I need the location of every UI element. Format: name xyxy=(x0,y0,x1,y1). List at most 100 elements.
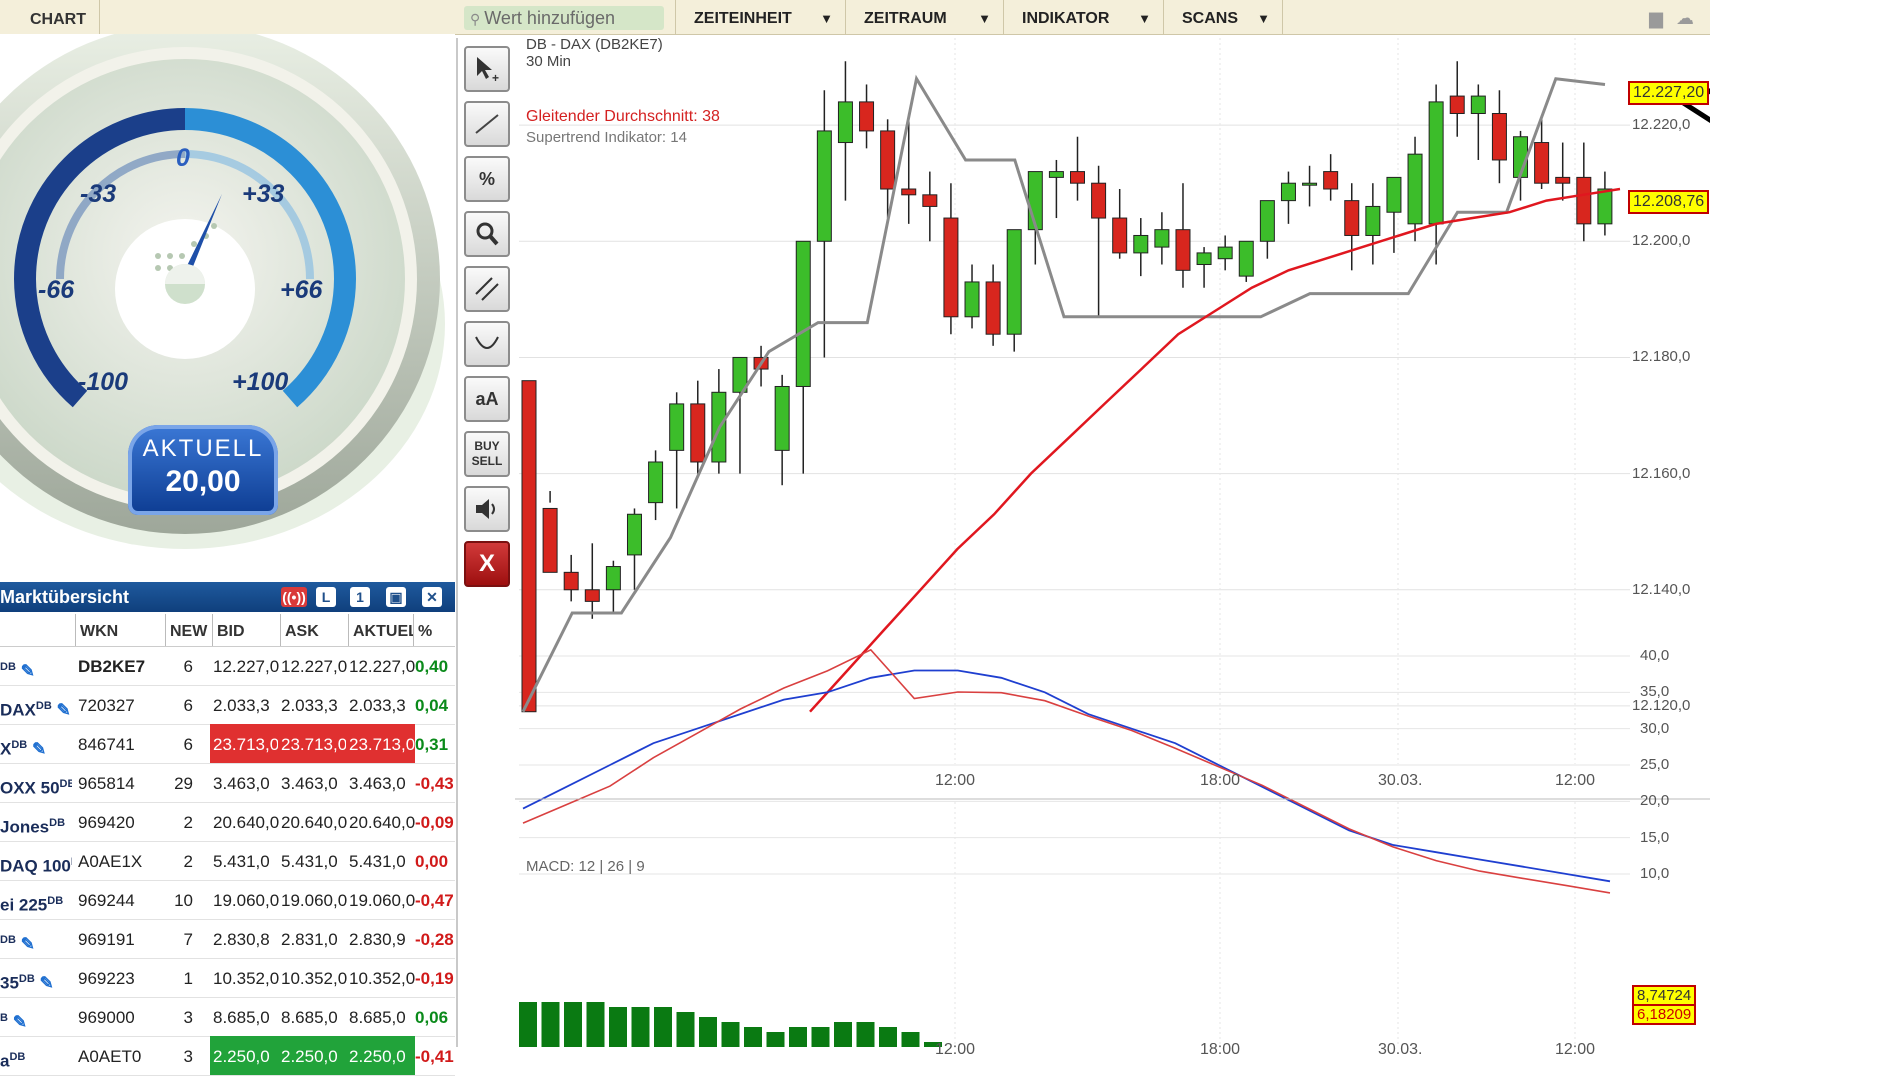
ma-price-badge: 12.208,76 xyxy=(1628,190,1710,214)
price-tick-label: 12.200,0 xyxy=(1632,232,1691,250)
row-percent: 0,04 xyxy=(415,696,449,715)
close-chart-button[interactable]: X xyxy=(464,541,510,587)
zoom-tool-icon[interactable] xyxy=(464,211,510,257)
table-row[interactable]: XDB ✎ 846741 6 23.713,0 23.713,0 23.713,0 0,31 xyxy=(0,724,455,764)
candle-body xyxy=(964,281,980,318)
row-bid: 19.060,0 xyxy=(213,891,280,910)
macd-indicator-label[interactable]: MACD: 12 | 26 | 9 xyxy=(526,858,645,875)
col-ask[interactable]: ASK xyxy=(280,614,348,646)
table-row[interactable]: 35DB ✎ 969223 1 10.352,0 10.352,0 10.352,0 -0,… xyxy=(0,958,455,998)
macd-histogram-bar xyxy=(901,1032,920,1047)
toolbar-right-icons: ▆ ☁ xyxy=(1649,8,1694,29)
indikator-dropdown[interactable]: INDIKATOR ▼ xyxy=(1003,0,1163,34)
edit-pencil-icon[interactable]: ✎ xyxy=(32,740,46,759)
moving-average-line xyxy=(809,187,1621,713)
row-ask: 5.431,0 xyxy=(281,852,338,871)
col-new[interactable]: NEW xyxy=(165,614,212,646)
cursor-tool-icon[interactable]: + xyxy=(464,46,510,92)
col-percent[interactable]: % xyxy=(413,614,455,646)
col-bid[interactable]: BID xyxy=(212,614,280,646)
zeitraum-dropdown[interactable]: ZEITRAUM ▼ xyxy=(845,0,1003,34)
indicator-supertrend-label[interactable]: Supertrend Indikator: 14 xyxy=(526,129,687,146)
folder-icon[interactable]: ▆ xyxy=(1649,8,1663,28)
row-percent: -0,47 xyxy=(415,891,454,910)
market-overview-header: Marktübersicht ((•)) L 1 ▣ ✕ xyxy=(0,582,455,612)
row-name: DAQ 100E xyxy=(0,841,72,880)
candle-body xyxy=(1175,229,1191,271)
sound-icon[interactable] xyxy=(464,486,510,532)
row-exchange-sup: DB xyxy=(49,817,66,829)
candle-body xyxy=(1449,95,1465,115)
edit-pencil-icon[interactable]: ✎ xyxy=(40,974,54,993)
percent-tool-icon[interactable]: % xyxy=(464,156,510,202)
sell-label: SELL xyxy=(471,454,503,468)
row-new: 3 xyxy=(183,1047,193,1066)
row-percent: -0,28 xyxy=(415,930,454,949)
time-tick-label: 12:00 xyxy=(1555,1041,1596,1058)
row-new: 2 xyxy=(183,852,193,871)
row-name: ei 225DB xyxy=(0,880,72,919)
candle-body xyxy=(1407,153,1423,225)
macd-histogram-bar xyxy=(744,1027,762,1047)
candle-body xyxy=(816,130,832,242)
candle-body xyxy=(1597,188,1613,225)
tab-chart[interactable]: CHART xyxy=(0,0,100,34)
table-row[interactable]: ei 225DB 969244 10 19.060,0 19.060,0 19.060,0… xyxy=(0,880,455,920)
row-name: DB ✎ xyxy=(0,646,72,685)
broadcast-icon[interactable]: ((•)) xyxy=(281,587,307,607)
close-panel-icon[interactable]: ✕ xyxy=(422,587,442,607)
parallel-lines-tool-icon[interactable] xyxy=(464,266,510,312)
table-row[interactable]: DB ✎ DB2KE7 6 12.227,0 12.227,0 12.227,0 0,40 xyxy=(0,646,455,686)
chevron-down-icon: ▼ xyxy=(1138,11,1151,26)
maximize-icon[interactable]: ▣ xyxy=(386,587,406,607)
table-row[interactable]: OXX 50DB 965814 29 3.463,0 3.463,0 3.463,0 -0,… xyxy=(0,763,455,803)
edit-pencil-icon[interactable]: ✎ xyxy=(57,701,71,720)
indicator-ma-label[interactable]: Gleitender Durchschnitt: 38 xyxy=(526,108,720,126)
buy-sell-button[interactable]: BUY SELL xyxy=(464,431,510,477)
table-row[interactable]: aDB A0AET0 3 2.250,0 2.250,0 2.250,0 -0,41 xyxy=(0,1036,455,1076)
col-wkn[interactable]: WKN xyxy=(75,614,165,646)
table-row[interactable]: DAQ 100E A0AE1X 2 5.431,0 5.431,0 5.431,0 0,00 xyxy=(0,841,455,881)
macd-histogram-bar xyxy=(834,1022,852,1047)
table-row[interactable]: JonesDB 969420 2 20.640,0 20.640,0 20.640,0 -0… xyxy=(0,802,455,842)
macd-histogram-bar xyxy=(811,1027,830,1047)
price-tick-label: 12.180,0 xyxy=(1632,348,1691,366)
candle-body xyxy=(943,217,959,318)
row-ask: 12.227,0 xyxy=(281,657,348,676)
table-row[interactable]: DAXDB ✎ 720327 6 2.033,3 2.033,3 2.033,3 0,04 xyxy=(0,685,455,725)
macd-histogram-bar xyxy=(879,1027,897,1047)
row-bid: 2.250,0 xyxy=(210,1036,281,1075)
cloud-icon[interactable]: ☁ xyxy=(1676,8,1694,28)
candle-body xyxy=(1070,171,1085,184)
edit-pencil-icon[interactable]: ✎ xyxy=(21,935,35,954)
arc-tool-icon[interactable] xyxy=(464,321,510,367)
gauge-label-plus-66: +66 xyxy=(280,276,323,304)
candle-body xyxy=(1259,200,1275,242)
table-row[interactable]: DB ✎ 969191 7 2.830,8 2.831,0 2.830,9 -0,28 xyxy=(0,919,455,959)
chevron-down-icon: ▼ xyxy=(1257,11,1270,26)
table-row[interactable]: B ✎ 969000 3 8.685,0 8.685,0 8.685,0 0,06 xyxy=(0,997,455,1037)
candle-body xyxy=(1238,240,1254,277)
line-tool-icon[interactable] xyxy=(464,101,510,147)
row-percent: 0,06 xyxy=(415,1008,449,1027)
close-chart-glyph: X xyxy=(478,550,495,577)
text-tool-icon[interactable]: aA xyxy=(464,376,510,422)
macd-tick-label: 40,0 xyxy=(1640,647,1670,664)
row-wkn: 969000 xyxy=(78,1008,135,1027)
layout-l-icon[interactable]: L xyxy=(316,587,336,607)
search-icon: ⚲ xyxy=(470,11,481,27)
gauge-label-plus-33: +33 xyxy=(242,180,285,208)
scans-dropdown[interactable]: SCANS ▼ xyxy=(1163,0,1283,34)
price-chart[interactable] xyxy=(515,34,1710,1047)
market-overview-title: Marktübersicht xyxy=(0,587,130,607)
candle-body xyxy=(563,571,579,591)
zeiteinheit-dropdown[interactable]: ZEITEINHEIT ▼ xyxy=(675,0,845,34)
layout-1-icon[interactable]: 1 xyxy=(350,587,370,607)
add-value-button[interactable]: ⚲ Wert hinzufügen xyxy=(464,6,664,30)
edit-pencil-icon[interactable]: ✎ xyxy=(13,1013,27,1032)
row-percent: -0,19 xyxy=(415,969,454,988)
gauge-label-minus-33: -33 xyxy=(80,180,117,208)
edit-pencil-icon[interactable]: ✎ xyxy=(21,662,35,681)
row-name-text: a xyxy=(0,1051,10,1071)
col-aktuell[interactable]: AKTUEL xyxy=(348,614,413,646)
